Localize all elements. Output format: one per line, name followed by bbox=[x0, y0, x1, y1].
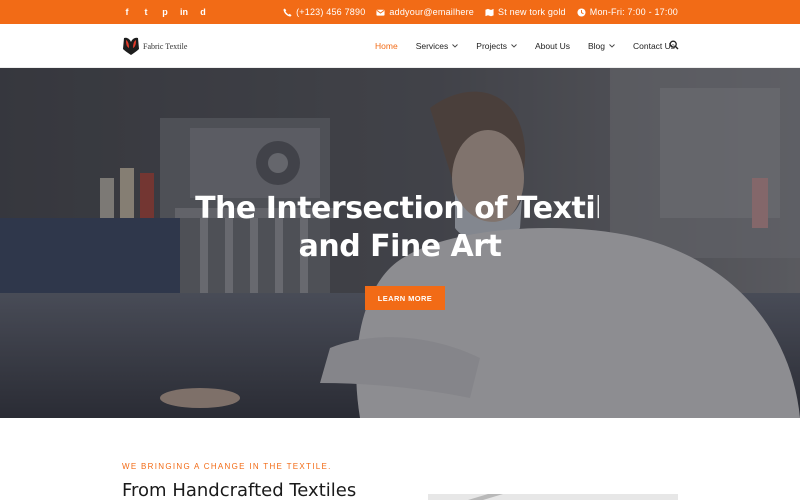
main-navbar: Fabric Textile Home Services Projects Ab… bbox=[0, 24, 800, 68]
nav-home[interactable]: Home bbox=[375, 41, 398, 51]
nav-label: Blog bbox=[587, 41, 605, 51]
nav-label: Home bbox=[375, 41, 398, 51]
nav-projects[interactable]: Projects bbox=[476, 41, 517, 51]
map-icon bbox=[485, 8, 494, 16]
search-button[interactable] bbox=[669, 40, 679, 50]
phone-number: (+123) 456 7890 bbox=[296, 7, 366, 17]
nav-services[interactable]: Services bbox=[416, 41, 459, 51]
nav-label: About Us bbox=[535, 41, 570, 51]
nav-label: Projects bbox=[476, 41, 507, 51]
address-contact: St new tork gold bbox=[485, 7, 566, 17]
logo-icon bbox=[123, 37, 139, 55]
main-menu: Home Services Projects About Us Blog Con… bbox=[375, 24, 693, 68]
hero-heading-line2: and Fine Art bbox=[298, 229, 502, 264]
clock-icon bbox=[577, 7, 586, 17]
chevron-down-icon bbox=[511, 44, 517, 48]
email-contact[interactable]: addyour@emailhere bbox=[376, 7, 474, 17]
section-tagline: WE BRINGING A CHANGE IN THE TEXTILE. bbox=[122, 462, 332, 471]
hero-heading-line1: The Intersection of Textil bbox=[195, 191, 605, 226]
phone-contact[interactable]: (+123) 456 7890 bbox=[283, 7, 365, 17]
chevron-down-icon bbox=[609, 44, 615, 48]
facebook-icon[interactable]: f bbox=[122, 6, 132, 18]
address: St new tork gold bbox=[498, 7, 566, 17]
learn-more-button[interactable]: LEARN MORE bbox=[365, 286, 445, 310]
dribbble-icon[interactable]: d bbox=[198, 6, 208, 18]
social-links: f t p in d bbox=[122, 0, 208, 24]
hero-heading: The Intersection of Textil and Fine Art bbox=[0, 190, 800, 266]
top-bar: f t p in d (+123) 456 7890 addyour@email… bbox=[0, 0, 800, 24]
brand-name: Fabric Textile bbox=[143, 41, 188, 51]
chevron-down-icon bbox=[452, 44, 459, 48]
email-icon bbox=[376, 9, 385, 16]
email-address: addyour@emailhere bbox=[389, 7, 475, 17]
opening-hours: Mon-Fri: 7:00 - 17:00 bbox=[589, 7, 678, 17]
nav-label: Services bbox=[415, 41, 449, 51]
section-title: From Handcrafted Textiles bbox=[122, 480, 357, 500]
brand-logo[interactable]: Fabric Textile bbox=[122, 36, 187, 56]
pinterest-icon[interactable]: p bbox=[160, 6, 170, 18]
contact-info: (+123) 456 7890 addyour@emailhere St new… bbox=[283, 0, 678, 24]
nav-about[interactable]: About Us bbox=[535, 41, 570, 51]
search-icon bbox=[669, 40, 679, 50]
hours-contact: Mon-Fri: 7:00 - 17:00 bbox=[577, 7, 678, 17]
phone-icon bbox=[283, 7, 292, 17]
hero-banner: The Intersection of Textil and Fine Art … bbox=[0, 68, 800, 418]
linkedin-icon[interactable]: in bbox=[179, 6, 189, 18]
twitter-icon[interactable]: t bbox=[141, 6, 151, 18]
nav-blog[interactable]: Blog bbox=[588, 41, 615, 51]
section-image bbox=[428, 494, 678, 500]
